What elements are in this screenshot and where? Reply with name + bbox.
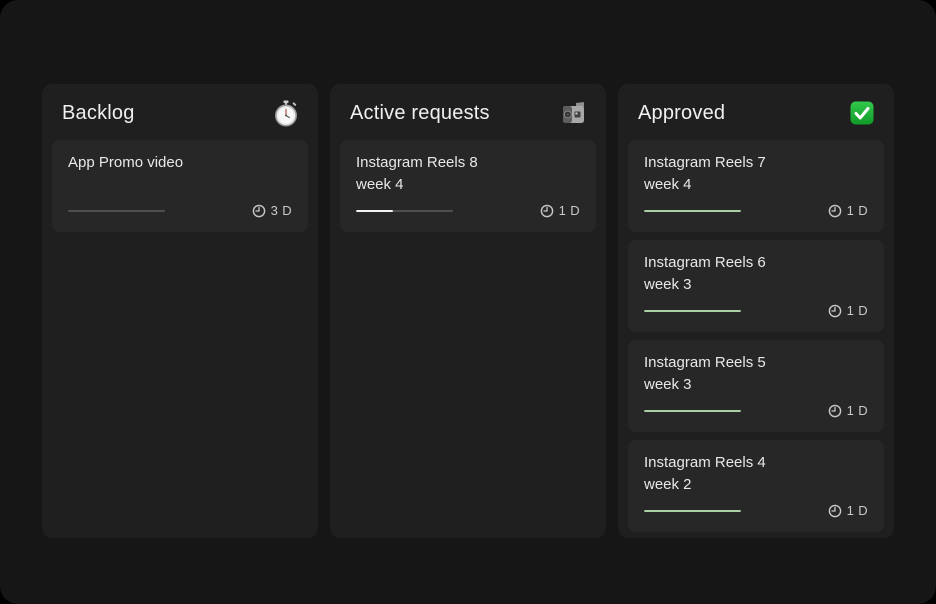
card-title: Instagram Reels 8 week 4: [356, 152, 580, 196]
card-footer: 1 D: [644, 503, 868, 518]
duration: 1 D: [540, 203, 580, 218]
progress-bar: [356, 210, 453, 212]
column-approved: Approved Instagram Reels 7 week 4 1 D: [618, 84, 894, 538]
column-title: Backlog: [62, 102, 135, 125]
progress-bar: [644, 210, 741, 212]
card[interactable]: Instagram Reels 5 week 3 1 D: [628, 340, 884, 432]
column-header: Active requests: [330, 84, 606, 140]
progress-fill: [644, 210, 741, 212]
column-title: Approved: [638, 102, 725, 125]
progress-bar: [68, 210, 165, 212]
duration-label: 1 D: [847, 403, 868, 418]
progress-fill: [644, 510, 741, 512]
progress-fill: [644, 410, 741, 412]
card-title: Instagram Reels 4 week 2: [644, 452, 868, 496]
card-list: Instagram Reels 7 week 4 1 D Instagram R…: [618, 140, 894, 542]
duration: 1 D: [828, 203, 868, 218]
card[interactable]: Instagram Reels 7 week 4 1 D: [628, 140, 884, 232]
card-footer: 1 D: [356, 203, 580, 218]
check-mark-icon: [849, 99, 875, 127]
clock-icon: [828, 204, 842, 218]
card[interactable]: Instagram Reels 4 week 2 1 D: [628, 440, 884, 532]
card[interactable]: Instagram Reels 8 week 4 1 D: [340, 140, 596, 232]
progress-fill: [644, 310, 741, 312]
duration-label: 3 D: [271, 203, 292, 218]
clock-icon: [828, 404, 842, 418]
card[interactable]: App Promo video 3 D: [52, 140, 308, 232]
column-active-requests: Active requests Instagram Reels 8 week 4…: [330, 84, 606, 538]
card-footer: 1 D: [644, 203, 868, 218]
column-backlog: Backlog App Promo video 3 D: [42, 84, 318, 538]
video-camera-icon: [561, 99, 587, 127]
card-title: App Promo video: [68, 152, 292, 174]
duration: 1 D: [828, 403, 868, 418]
card-list: App Promo video 3 D: [42, 140, 318, 242]
clock-icon: [828, 504, 842, 518]
card-footer: 3 D: [68, 203, 292, 218]
duration: 1 D: [828, 303, 868, 318]
clock-icon: [540, 204, 554, 218]
stopwatch-icon: [273, 99, 299, 127]
columns-container: Backlog App Promo video 3 D: [42, 84, 894, 538]
progress-fill: [356, 210, 393, 212]
card-title: Instagram Reels 7 week 4: [644, 152, 868, 196]
column-title: Active requests: [350, 102, 490, 125]
duration-label: 1 D: [559, 203, 580, 218]
column-header: Approved: [618, 84, 894, 140]
card-footer: 1 D: [644, 303, 868, 318]
card-title: Instagram Reels 6 week 3: [644, 252, 868, 296]
column-header: Backlog: [42, 84, 318, 140]
progress-bar: [644, 510, 741, 512]
card[interactable]: Instagram Reels 6 week 3 1 D: [628, 240, 884, 332]
progress-bar: [644, 310, 741, 312]
kanban-board: Backlog App Promo video 3 D: [0, 0, 936, 604]
duration-label: 1 D: [847, 203, 868, 218]
duration-label: 1 D: [847, 503, 868, 518]
clock-icon: [828, 304, 842, 318]
duration-label: 1 D: [847, 303, 868, 318]
card-list: Instagram Reels 8 week 4 1 D: [330, 140, 606, 242]
card-footer: 1 D: [644, 403, 868, 418]
card-title: Instagram Reels 5 week 3: [644, 352, 868, 396]
progress-bar: [644, 410, 741, 412]
duration: 1 D: [828, 503, 868, 518]
duration: 3 D: [252, 203, 292, 218]
clock-icon: [252, 204, 266, 218]
